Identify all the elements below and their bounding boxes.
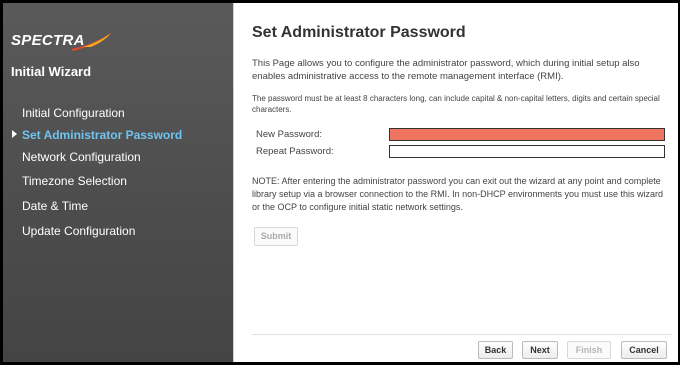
page-title: Set Administrator Password	[252, 24, 466, 41]
next-button[interactable]: Next	[522, 341, 558, 359]
main-panel: Set Administrator Password This Page all…	[233, 3, 678, 362]
back-button[interactable]: Back	[478, 341, 513, 359]
new-password-field[interactable]	[389, 128, 665, 141]
logo-text: SPECTRA	[11, 32, 85, 49]
nav-item-set-administrator-password[interactable]: Set Administrator Password	[3, 125, 233, 145]
password-requirements: The password must be at least 8 characte…	[252, 94, 660, 114]
window-frame: SPECTRA Initial Wizard Initial Configura…	[3, 3, 678, 362]
nav-item-label: Update Configuration	[22, 224, 136, 238]
nav-item-network-configuration[interactable]: Network Configuration	[3, 147, 233, 167]
nav-item-label: Date & Time	[22, 199, 89, 213]
nav-item-label: Network Configuration	[22, 150, 141, 164]
nav-item-update-configuration[interactable]: Update Configuration	[3, 221, 233, 241]
nav-item-label: Set Administrator Password	[22, 128, 183, 142]
note-text: NOTE: After entering the administrator p…	[252, 176, 664, 212]
sidebar: SPECTRA Initial Wizard Initial Configura…	[3, 3, 233, 362]
repeat-password-label: Repeat Password:	[256, 146, 334, 157]
nav-item-date-time[interactable]: Date & Time	[3, 196, 233, 216]
nav-item-label: Timezone Selection	[22, 174, 127, 188]
page-description: This Page allows you to configure the ad…	[252, 58, 640, 82]
repeat-password-field[interactable]	[389, 145, 665, 158]
spectra-logo: SPECTRA	[11, 27, 111, 53]
wizard-title: Initial Wizard	[11, 64, 92, 79]
nav-item-initial-configuration[interactable]: Initial Configuration	[3, 103, 233, 123]
current-step-arrow-icon	[12, 130, 17, 138]
cancel-button[interactable]: Cancel	[621, 341, 667, 359]
nav-item-timezone-selection[interactable]: Timezone Selection	[3, 171, 233, 191]
nav-item-label: Initial Configuration	[22, 106, 125, 120]
submit-button[interactable]: Submit	[254, 227, 298, 246]
finish-button[interactable]: Finish	[567, 341, 611, 359]
new-password-label: New Password:	[256, 129, 322, 140]
footer-divider	[252, 334, 672, 335]
